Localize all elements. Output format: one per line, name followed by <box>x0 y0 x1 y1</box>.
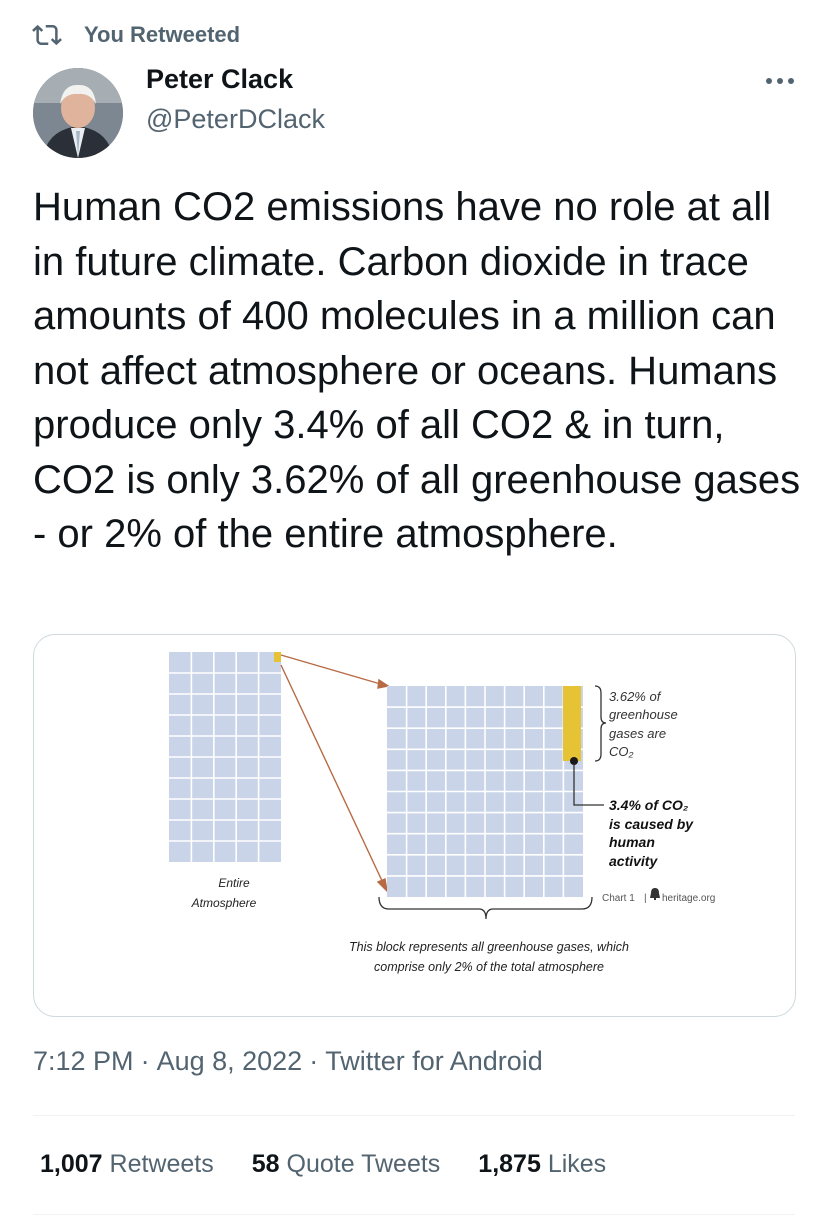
likes-count: 1,875 <box>478 1150 541 1178</box>
entire-atmosphere-label-line1: Entire <box>218 876 250 890</box>
retweeted-context: You Retweeted <box>32 20 240 50</box>
quote-tweets-count: 58 <box>251 1150 280 1178</box>
tweet-client[interactable]: Twitter for Android <box>325 1046 543 1076</box>
more-options-icon[interactable] <box>762 66 798 96</box>
human-label-line2: is caused by <box>609 816 694 832</box>
likes-stat[interactable]: 1,875 Likes <box>478 1150 606 1179</box>
tweet-date[interactable]: Aug 8, 2022 <box>157 1046 303 1076</box>
engagement-stats: 1,007 Retweets 58 Quote Tweets 1,875 Lik… <box>40 1150 644 1179</box>
greenhouse-label-line1: 3.62% of <box>609 689 662 704</box>
entire-atmosphere-block <box>169 652 281 862</box>
divider <box>33 1115 795 1116</box>
human-label-line3: human <box>609 834 655 850</box>
bell-logo-icon <box>650 888 660 900</box>
tweet-time[interactable]: 7:12 PM <box>33 1046 134 1076</box>
retweets-count: 1,007 <box>40 1150 103 1178</box>
greenhouse-label-line4: CO₂ <box>609 744 634 759</box>
tweet-metadata: 7:12 PM · Aug 8, 2022 · Twitter for Android <box>33 1046 543 1077</box>
greenhouse-gases-block <box>387 686 583 897</box>
separator-dot: · <box>309 1046 319 1076</box>
greenhouse-label-line2: greenhouse <box>609 707 678 722</box>
retweets-label: Retweets <box>109 1150 214 1178</box>
human-label-line4: activity <box>609 853 658 869</box>
tweet-text: Human CO2 emissions have no role at all … <box>33 185 801 556</box>
greenhouse-label-line3: gases are <box>609 726 666 741</box>
separator-dot: · <box>140 1046 150 1076</box>
entire-atmosphere-label-line2: Atmosphere <box>191 896 257 910</box>
author-name[interactable]: Peter Clack <box>146 64 293 95</box>
likes-label: Likes <box>547 1150 607 1178</box>
chart-caption-line1: This block represents all greenhouse gas… <box>349 940 629 954</box>
retweeted-label: You Retweeted <box>84 22 241 47</box>
avatar[interactable] <box>33 68 123 158</box>
chart-source-label: Chart 1 <box>602 893 635 904</box>
quote-tweets-stat[interactable]: 58 Quote Tweets <box>252 1150 441 1179</box>
human-label-line1: 3.4% of CO₂ <box>609 797 688 813</box>
retweet-icon <box>32 24 62 46</box>
quote-tweets-label: Quote Tweets <box>286 1150 441 1178</box>
zoom-arrows <box>280 654 390 894</box>
chart-caption-line2: comprise only 2% of the total atmosphere <box>374 960 604 974</box>
author-handle[interactable]: @PeterDClack <box>146 104 325 135</box>
retweets-stat[interactable]: 1,007 Retweets <box>40 1150 214 1179</box>
source-separator: | <box>644 893 647 904</box>
chart-source-site: heritage.org <box>662 893 715 904</box>
divider <box>33 1214 795 1215</box>
tweet-media-image[interactable]: Entire Atmosphere 3.62% of greenhouse ga… <box>33 634 796 1017</box>
